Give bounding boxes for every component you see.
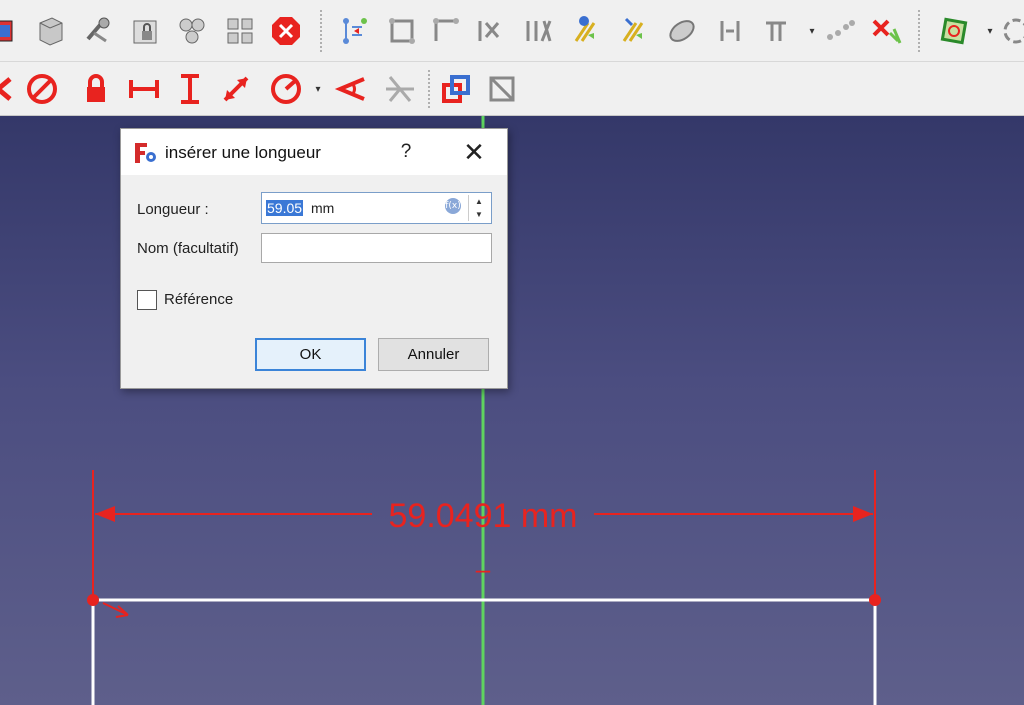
expression-icon[interactable]: f(x) (445, 198, 461, 214)
constraint-tools-icon-8[interactable] (710, 11, 750, 51)
origin-arrow-icon (102, 602, 129, 618)
snell-law-icon[interactable] (380, 69, 420, 109)
angle-icon[interactable] (332, 69, 372, 109)
constraint-tools-icon-1[interactable] (334, 11, 374, 51)
toolbar-separator (428, 70, 430, 110)
toolbar-separator (320, 10, 322, 54)
lock-part-icon[interactable] (126, 11, 166, 51)
close-button[interactable]: ✕ (457, 135, 491, 169)
insert-length-dialog: insérer une longueur ? ✕ Longueur : 59.0… (120, 128, 508, 389)
constraint-tools-icon-5[interactable] (518, 11, 558, 51)
spin-up-icon[interactable]: ▲ (469, 195, 489, 208)
help-button[interactable]: ? (391, 137, 421, 167)
ok-button[interactable]: OK (255, 338, 366, 371)
cancel-button[interactable]: Annuler (378, 338, 489, 371)
constraint-tools-icon-10[interactable] (820, 11, 860, 51)
rotate-view-icon[interactable] (996, 11, 1024, 51)
assembly-icon[interactable] (220, 11, 260, 51)
length-value-selected: 59.05 (266, 200, 304, 216)
constraint-tools-icon-9[interactable] (756, 11, 796, 51)
length-unit: mm (311, 200, 335, 216)
toolbar-separator (918, 10, 920, 54)
sketch-point-left (87, 594, 99, 606)
sketch-ellipse-icon[interactable] (662, 11, 702, 51)
box-icon[interactable] (30, 11, 70, 51)
reference-checkbox[interactable] (137, 290, 157, 310)
delete-constraints-icon[interactable] (866, 11, 906, 51)
component-icon[interactable] (172, 11, 212, 51)
lock-constraint-icon[interactable] (76, 69, 116, 109)
spin-down-icon[interactable]: ▼ (469, 208, 489, 221)
block-constraint-icon[interactable] (22, 69, 62, 109)
horizontal-distance-icon[interactable] (124, 69, 164, 109)
dialog-title: insérer une longueur (165, 143, 321, 162)
reference-label[interactable]: Référence (164, 291, 233, 308)
stop-icon[interactable] (266, 11, 306, 51)
dimension-arrow-right (853, 506, 873, 522)
sketch-point-right (869, 594, 881, 606)
sketch-view-icon[interactable] (934, 11, 974, 51)
constraint-tools-icon-2[interactable] (382, 11, 422, 51)
toggle-construction-icon[interactable] (436, 69, 476, 109)
constraint-tools-icon-7[interactable] (614, 11, 654, 51)
constraint-tools-icon-3[interactable] (426, 11, 466, 51)
vertical-distance-icon[interactable] (170, 69, 210, 109)
toolbar-row-1: ▾ ▾ (0, 0, 1024, 62)
link-part-icon[interactable] (0, 11, 24, 51)
name-label: Nom (facultatif) (137, 240, 239, 257)
tools-icon[interactable] (78, 11, 118, 51)
dimension-label: 59.0491 mm (389, 497, 578, 535)
freecad-icon (133, 141, 159, 165)
constraint-tools-icon-6[interactable] (566, 11, 606, 51)
dialog-titlebar[interactable]: insérer une longueur ? ✕ (121, 129, 507, 175)
dimension-arrow-left (95, 506, 115, 522)
constraint-tools-icon-4[interactable] (470, 11, 510, 51)
name-input[interactable] (261, 233, 492, 263)
length-input[interactable]: 59.05 mm f(x) ▲ ▼ (261, 192, 492, 224)
toggle-driving-icon[interactable] (482, 69, 522, 109)
length-label: Longueur : (137, 201, 209, 218)
horizontal-constraint-mark: – (476, 554, 491, 584)
arrow-left-icon[interactable] (0, 69, 20, 109)
toolbar-row-2: ▾ (0, 62, 1024, 116)
length-spinbox: ▲ ▼ (468, 195, 488, 221)
distance-icon[interactable] (216, 69, 256, 109)
